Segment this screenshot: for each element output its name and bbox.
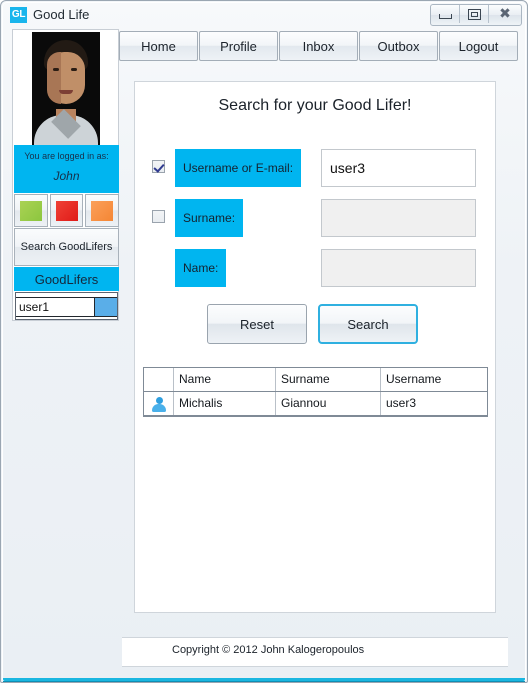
action-button-row: Reset Search: [135, 304, 495, 344]
input-name[interactable]: [321, 249, 476, 287]
logged-in-banner: You are logged in as: John: [14, 145, 119, 193]
input-username[interactable]: user3: [321, 149, 476, 187]
photo-eye-right: [71, 68, 77, 71]
window-accent-bar-shadow: [3, 681, 525, 682]
logged-in-label: You are logged in as:: [24, 151, 109, 161]
label-name: Name:: [175, 249, 227, 287]
checkbox-username[interactable]: [152, 160, 165, 173]
photo-mouth: [59, 90, 73, 94]
close-button[interactable]: ✖: [489, 5, 521, 23]
maximize-button[interactable]: [460, 5, 489, 23]
tab-outbox[interactable]: Outbox: [359, 31, 438, 61]
main-navigation: Home Profile Inbox Outbox Logout: [119, 31, 519, 61]
search-goodlifers-button[interactable]: Search GoodLifers: [14, 228, 119, 266]
tab-home[interactable]: Home: [119, 31, 198, 61]
cell-name: Michalis: [174, 392, 276, 415]
tab-logout[interactable]: Logout: [439, 31, 518, 61]
logged-in-username: John: [53, 169, 80, 183]
photo-face-shadow: [47, 52, 61, 104]
red-swatch-icon: [55, 200, 78, 221]
list-item[interactable]: user1: [16, 297, 117, 317]
table-row[interactable]: Michalis Giannou user3: [144, 392, 487, 416]
row-avatar-cell: [144, 392, 174, 415]
column-header-username: Username: [386, 372, 442, 386]
search-panel: Search for your Good Lifer! Username or …: [134, 81, 496, 613]
color-button-row: [14, 194, 120, 227]
copyright-text: Copyright © 2012 John Kalogeropoulos: [172, 644, 365, 656]
field-row-surname: Surname:: [135, 199, 495, 237]
results-table: Name Surname Username Michalis Giannou u…: [143, 367, 488, 417]
column-header-name: Name: [174, 368, 276, 391]
tab-inbox[interactable]: Inbox: [279, 31, 358, 61]
cell-surname: Giannou: [276, 392, 381, 415]
minimize-icon: [438, 13, 452, 19]
field-row-username: Username or E-mail: user3: [135, 149, 495, 187]
close-icon: ✖: [499, 6, 511, 22]
column-header-icon: [144, 368, 174, 391]
window-title: Good Life: [33, 7, 90, 22]
reset-button[interactable]: Reset: [207, 304, 307, 344]
tab-profile[interactable]: Profile: [199, 31, 278, 61]
window-controls: ✖: [430, 4, 522, 26]
field-row-name: Name:: [135, 249, 495, 287]
color-button-green[interactable]: [14, 194, 48, 227]
goodlifer-name: user1: [16, 298, 95, 316]
goodlifer-color-swatch: [95, 298, 117, 316]
page-title: Search for your Good Lifer!: [218, 97, 412, 114]
label-surname: Surname:: [175, 199, 244, 237]
minimize-button[interactable]: [431, 5, 460, 23]
color-button-orange[interactable]: [85, 194, 120, 227]
maximize-icon: [467, 8, 481, 20]
search-button[interactable]: Search: [318, 304, 418, 344]
cell-username: user3: [386, 396, 417, 410]
title-bar[interactable]: GL Good Life ✖: [1, 1, 527, 28]
footer: Copyright © 2012 John Kalogeropoulos: [122, 637, 508, 667]
label-username: Username or E-mail:: [175, 149, 302, 187]
goodlifers-list[interactable]: user1: [15, 292, 118, 320]
photo-eye-left: [53, 68, 59, 71]
color-button-red[interactable]: [49, 194, 84, 227]
application-window: GL Good Life ✖ You are logged in as: Joh…: [0, 0, 528, 683]
column-header-surname: Surname: [276, 368, 381, 391]
profile-photo: [32, 32, 100, 145]
goodlifers-header: GoodLifers: [14, 267, 119, 291]
sidebar: You are logged in as: John Search GoodLi…: [12, 29, 120, 321]
table-header-row: Name Surname Username: [144, 368, 487, 392]
input-surname[interactable]: [321, 199, 476, 237]
user-avatar-icon: [151, 396, 167, 412]
app-logo-icon: GL: [10, 7, 27, 23]
green-swatch-icon: [19, 200, 42, 221]
orange-swatch-icon: [91, 200, 114, 221]
checkbox-surname[interactable]: [152, 210, 165, 223]
